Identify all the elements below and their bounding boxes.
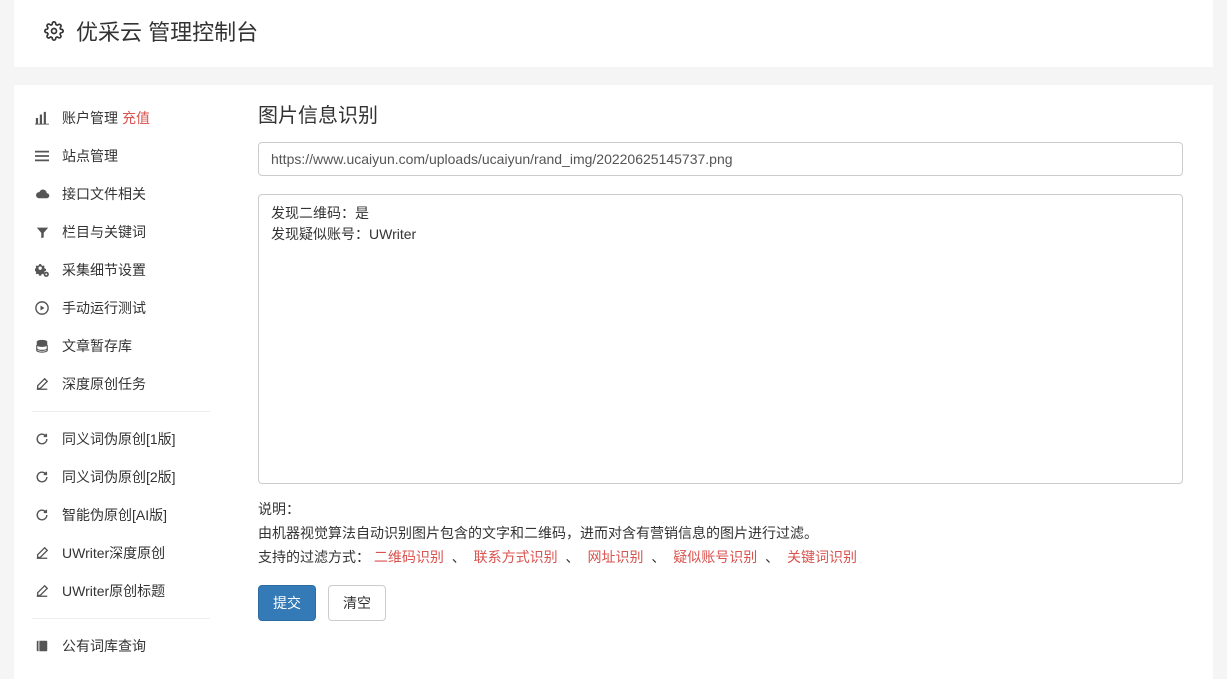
sidebar-item-label: UWriter原创标题 (62, 581, 165, 601)
sidebar-item[interactable]: 同义词伪原创[2版] (14, 458, 228, 496)
header: 优采云 管理控制台 (14, 0, 1213, 67)
sidebar-item-label: 智能伪原创[AI版] (62, 505, 167, 525)
filter-sep: 、 (761, 549, 783, 565)
sidebar-item[interactable]: UWriter深度原创 (14, 534, 228, 572)
desc-label: 说明： (258, 501, 300, 517)
filter-sep: 、 (562, 549, 584, 565)
list-icon (34, 148, 50, 164)
sidebar-item[interactable]: 文章暂存库 (14, 327, 228, 365)
refresh-icon (34, 431, 50, 447)
sidebar-separator (32, 411, 210, 412)
filter-icon (34, 224, 50, 240)
sidebar-item[interactable]: 栏目与关键词 (14, 213, 228, 251)
sidebar-item[interactable]: 深度原创任务 (14, 365, 228, 403)
sidebar-item-label: 同义词伪原创[1版] (62, 429, 176, 449)
sidebar-item-label: 栏目与关键词 (62, 222, 146, 242)
app-title: 优采云 管理控制台 (76, 15, 258, 47)
play-icon (34, 300, 50, 316)
sidebar-item-label: 同义词伪原创[2版] (62, 467, 176, 487)
sidebar-item[interactable]: 智能伪原创[AI版] (14, 496, 228, 534)
sidebar-item[interactable]: 站点管理 (14, 137, 228, 175)
desc-line1: 由机器视觉算法自动识别图片包含的文字和二维码，进而对含有营销信息的图片进行过滤。 (258, 525, 818, 541)
filter-tag: 联系方式识别 (474, 549, 558, 565)
bar-chart-icon (34, 110, 50, 126)
sidebar-item[interactable]: 接口文件相关 (14, 175, 228, 213)
sidebar-item[interactable]: 手动运行测试 (14, 289, 228, 327)
sidebar-item-label: 采集细节设置 (62, 260, 146, 280)
edit-icon (34, 583, 50, 599)
sidebar-item-label: 账户管理 (62, 108, 118, 128)
sidebar-item-label: 深度原创任务 (62, 374, 146, 394)
gears-icon (34, 262, 50, 278)
page-title: 图片信息识别 (258, 99, 1183, 128)
sidebar-item-tag: 充值 (122, 108, 150, 128)
sidebar-item-label: 接口文件相关 (62, 184, 146, 204)
filter-tag: 关键词识别 (787, 549, 857, 565)
desc-prefix: 支持的过滤方式： (258, 549, 370, 565)
filter-sep: 、 (448, 549, 470, 565)
sidebar-item[interactable]: 采集细节设置 (14, 251, 228, 289)
sidebar-item-label: 站点管理 (62, 146, 118, 166)
description: 说明： 由机器视觉算法自动识别图片包含的文字和二维码，进而对含有营销信息的图片进… (258, 498, 1183, 569)
sidebar: 账户管理充值站点管理接口文件相关栏目与关键词采集细节设置手动运行测试文章暂存库深… (14, 85, 228, 679)
filter-tag: 二维码识别 (374, 549, 444, 565)
submit-button[interactable]: 提交 (258, 585, 316, 621)
filter-tag: 网址识别 (587, 549, 643, 565)
result-textarea[interactable]: 发现二维码：是 发现疑似账号：UWriter (258, 194, 1183, 484)
main-panel: 图片信息识别 发现二维码：是 发现疑似账号：UWriter 说明： 由机器视觉算… (228, 85, 1213, 679)
edit-icon (34, 376, 50, 392)
book-icon (34, 638, 50, 654)
sidebar-item-label: 手动运行测试 (62, 298, 146, 318)
sidebar-item-label: UWriter深度原创 (62, 543, 165, 563)
gear-icon (44, 21, 64, 41)
database-icon (34, 338, 50, 354)
filter-sep: 、 (647, 549, 669, 565)
image-url-input[interactable] (258, 142, 1183, 176)
clear-button[interactable]: 清空 (328, 585, 386, 621)
sidebar-item-label: 文章暂存库 (62, 336, 132, 356)
refresh-icon (34, 469, 50, 485)
sidebar-item[interactable]: 账户管理充值 (14, 99, 228, 137)
sidebar-separator (32, 618, 210, 619)
refresh-icon (34, 507, 50, 523)
sidebar-item[interactable]: 公有词库查询 (14, 627, 228, 665)
sidebar-item[interactable]: 同义词伪原创[1版] (14, 420, 228, 458)
sidebar-item-label: 公有词库查询 (62, 636, 146, 656)
sidebar-item[interactable]: UWriter原创标题 (14, 572, 228, 610)
filter-tag: 疑似账号识别 (673, 549, 757, 565)
cloud-icon (34, 186, 50, 202)
edit-icon (34, 545, 50, 561)
